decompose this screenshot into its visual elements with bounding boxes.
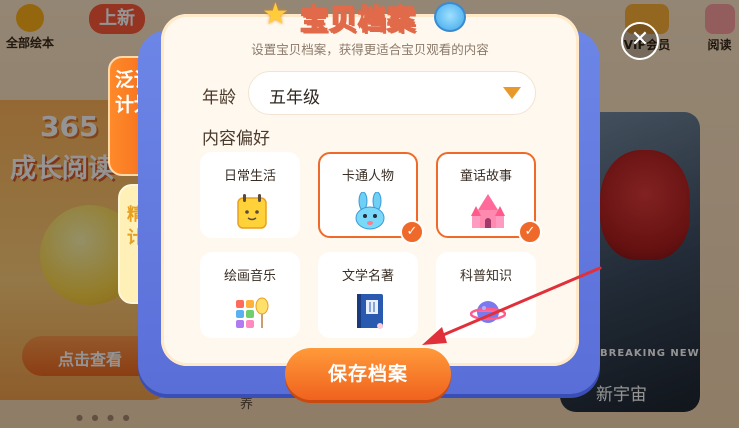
dialog-title: ★ 宝贝档案 bbox=[262, 0, 472, 37]
close-button[interactable]: ✕ bbox=[621, 22, 659, 60]
save-profile-button[interactable]: 保存档案 bbox=[285, 348, 451, 400]
bunny-icon bbox=[434, 2, 466, 32]
dialog-title-text: 宝贝档案 bbox=[299, 2, 417, 37]
checkmark-icon: ✓ bbox=[400, 220, 424, 244]
pref-card-science[interactable]: 科普知识 bbox=[436, 252, 536, 338]
pref-card-art-music[interactable]: 绘画音乐 bbox=[200, 252, 300, 338]
pref-card-label: 卡通人物 bbox=[341, 169, 394, 184]
castle-icon bbox=[471, 194, 505, 228]
pref-card-label: 童话故事 bbox=[459, 169, 512, 184]
pref-card-daily-life[interactable]: 日常生活 bbox=[200, 152, 300, 238]
palette-icon bbox=[236, 297, 269, 328]
age-select[interactable]: 五年级 bbox=[248, 71, 536, 115]
caret-down-icon bbox=[503, 87, 521, 99]
pref-card-literature[interactable]: 文学名著 bbox=[318, 252, 418, 338]
pref-card-label: 科普知识 bbox=[459, 269, 512, 284]
checkmark-icon: ✓ bbox=[518, 220, 542, 244]
bunny-icon bbox=[355, 192, 385, 230]
age-selected-value: 五年级 bbox=[269, 88, 320, 108]
star-icon: ★ bbox=[262, 0, 289, 32]
pref-card-label: 绘画音乐 bbox=[223, 269, 276, 284]
book-icon bbox=[357, 294, 383, 329]
pref-card-fairy-tale[interactable]: 童话故事 ✓ bbox=[436, 152, 542, 244]
pref-card-label: 日常生活 bbox=[223, 169, 276, 184]
dialog-subtitle: 设置宝贝档案，获得更适合宝贝观看的内容 bbox=[251, 42, 489, 57]
planet-icon bbox=[470, 301, 506, 323]
pref-card-cartoon[interactable]: 卡通人物 ✓ bbox=[318, 152, 424, 244]
content-preference-label: 内容偏好 bbox=[202, 129, 270, 149]
age-label: 年龄 bbox=[202, 88, 236, 108]
notepad-icon bbox=[237, 194, 267, 229]
pref-card-label: 文学名著 bbox=[341, 269, 394, 284]
